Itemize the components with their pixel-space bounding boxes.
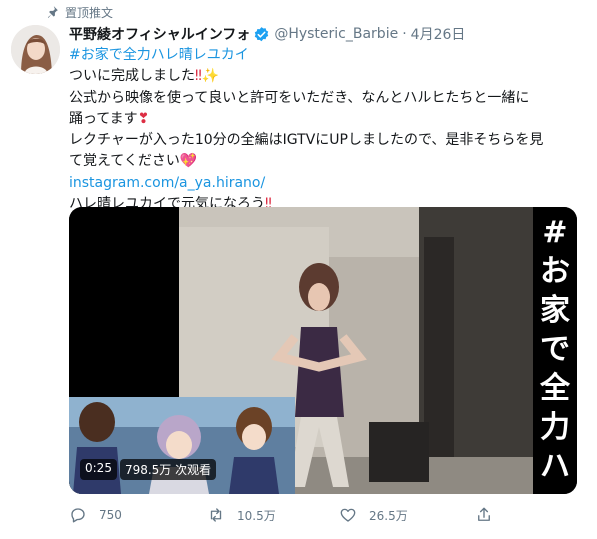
tweet-header: 平野綾オフィシャルインフォ @Hysteric_Barbie · 4月26日 [69, 24, 579, 44]
user-handle[interactable]: @Hysteric_Barbie [274, 26, 398, 42]
text-line-6: て覚えてください💖 [69, 151, 579, 172]
video-views: 798.5万 次观看 [119, 459, 217, 480]
pin-icon [47, 6, 58, 18]
retweet-button[interactable]: 10.5万 [207, 505, 276, 525]
reply-icon [71, 508, 85, 523]
reply-count: 750 [99, 508, 122, 522]
overlay-char: で [540, 332, 570, 367]
header-separator: · [402, 26, 407, 42]
video-overlay-text: # お 家 で 全 力 ハ [533, 213, 577, 493]
video-player[interactable]: # お 家 で 全 力 ハ 0:25 798.5万 次观看 [69, 207, 577, 494]
share-button[interactable] [475, 505, 505, 525]
text-line-3: 公式から映像を使って良いと許可をいただき、なんとハルヒたちと一緒に [69, 89, 530, 106]
tweet-content: 平野綾オフィシャルインフォ @Hysteric_Barbie · 4月26日 #… [69, 24, 579, 215]
text-line-4-content: 踊ってます [69, 110, 138, 127]
overlay-char: 力 [540, 410, 570, 445]
retweet-icon [210, 508, 222, 522]
tweet-date[interactable]: 4月26日 [411, 24, 466, 44]
instagram-link[interactable]: instagram.com/a_ya.hirano/ [69, 173, 579, 194]
video-duration: 0:25 [80, 459, 117, 480]
display-name[interactable]: 平野綾オフィシャルインフォ [69, 24, 250, 44]
like-count: 26.5万 [369, 508, 408, 523]
sparkling-heart-icon: 💖 [179, 153, 198, 170]
video-info: 0:25 798.5万 次观看 [80, 459, 217, 480]
overlay-char: お [540, 254, 570, 289]
tweet-text: #お家で全力ハレ晴レユカイ ついに完成しました‼✨ 公式から映像を使って良いと許… [69, 45, 579, 215]
action-bar: 750 10.5万 26.5万 [69, 505, 577, 525]
overlay-char: 全 [540, 371, 570, 406]
like-button[interactable]: 26.5万 [339, 505, 408, 525]
overlay-char: 家 [540, 293, 570, 328]
overlay-char: # [542, 215, 568, 250]
avatar[interactable] [11, 25, 60, 74]
overlay-char: ハ [540, 449, 570, 484]
retweet-count: 10.5万 [237, 508, 276, 523]
sparkles-icon: ✨ [201, 68, 220, 85]
hashtag-link[interactable]: #お家で全力ハレ晴レユカイ [69, 45, 579, 66]
avatar-image [11, 25, 60, 74]
text-line-5: レクチャーが入った10分の全編はIGTVにUPしましたので、是非そちらを見 [69, 132, 544, 149]
text-line-4: 踊ってます❣ [69, 109, 579, 130]
heart-exclamation-icon: ❣ [137, 110, 150, 127]
pinned-indicator: 置顶推文 [45, 4, 113, 20]
share-icon [478, 507, 490, 521]
text-line-2: ついに完成しました‼✨ [69, 66, 579, 87]
text-line-6-content: て覚えてください [69, 153, 180, 170]
verified-badge-icon [255, 26, 269, 41]
text-line-2-content: ついに完成しました [69, 68, 195, 85]
video-frame [69, 207, 577, 494]
heart-icon [340, 508, 356, 522]
reply-button[interactable]: 750 [69, 505, 122, 525]
double-exclamation-icon: ‼ [195, 68, 202, 85]
pinned-label: 置顶推文 [65, 5, 114, 20]
